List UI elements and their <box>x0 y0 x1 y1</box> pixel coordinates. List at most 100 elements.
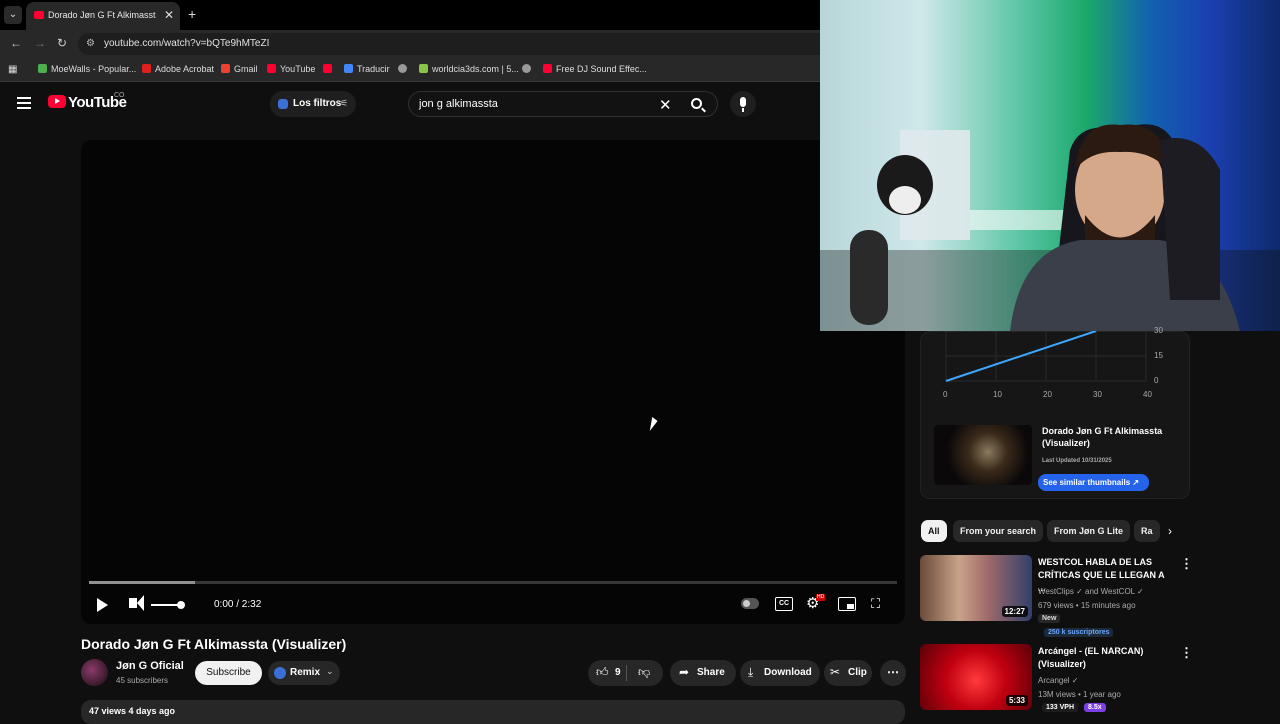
chart-x-tick-label: 40 <box>1143 390 1152 399</box>
captions-icon[interactable]: CC <box>775 597 793 611</box>
settings-icon[interactable]: ⚙ HD <box>806 594 826 611</box>
video-meta: 13M views • 1 year ago <box>1038 690 1121 699</box>
fullscreen-icon[interactable]: ⛶ <box>871 597 889 611</box>
mouse-cursor-icon <box>649 417 659 431</box>
miniplayer-icon[interactable] <box>838 597 856 611</box>
play-icon[interactable] <box>97 598 108 612</box>
video-title[interactable]: Arcángel - (EL NARCAN) (Visualizer) <box>1038 645 1173 671</box>
microphone-icon[interactable] <box>730 91 756 117</box>
more-options-icon[interactable]: ⋮ <box>1180 645 1193 661</box>
reload-icon[interactable]: ↻ <box>57 36 67 50</box>
more-options-icon[interactable]: ⋮ <box>1180 556 1193 572</box>
bookmark-dj-sounds[interactable]: Free DJ Sound Effec... <box>543 64 647 74</box>
browser-toolbar: ← → ↻ ⚙ youtube.com/watch?v=bQTe9hMTeZI <box>0 30 820 58</box>
search-icon[interactable] <box>691 98 702 109</box>
bookmark-traducir[interactable]: Traducir <box>344 64 390 74</box>
remix-icon <box>274 667 286 679</box>
channel-avatar[interactable] <box>81 659 108 686</box>
chart-x-tick-label: 0 <box>943 390 948 399</box>
autoplay-toggle[interactable] <box>741 598 759 609</box>
bookmark-globe[interactable] <box>398 64 411 74</box>
bookmark-youtube-2[interactable] <box>323 64 336 74</box>
bookmark-acrobat[interactable]: Adobe Acrobat <box>142 64 214 74</box>
menu-icon[interactable] <box>17 97 31 109</box>
share-icon: ➦ <box>679 665 690 679</box>
chevron-down-icon[interactable]: ⌄ <box>326 666 334 677</box>
dislike-icon[interactable]: 👎︎ <box>638 665 650 680</box>
country-code: CO <box>114 92 125 99</box>
chevron-right-icon[interactable]: › <box>1168 524 1172 538</box>
chip-more[interactable]: Ra <box>1134 520 1160 542</box>
chart-y-tick-label: 30 <box>1154 326 1163 335</box>
browser-tab-strip: ⌄ Dorado Jøn G Ft Alkimassta (Vi ✕ + <box>0 0 820 30</box>
similar-thumbnail[interactable] <box>934 425 1032 485</box>
chart-x-tick-label: 20 <box>1043 390 1052 399</box>
like-count: 9 <box>615 667 621 678</box>
share-button[interactable]: ➦ Share <box>670 660 736 686</box>
webcam-overlay <box>820 0 1280 331</box>
search-query: jon g alkimassta <box>419 98 498 110</box>
more-actions-button[interactable]: ⋯ <box>880 660 906 686</box>
hd-badge: HD <box>816 594 826 601</box>
video-player[interactable]: 0:00 / 2:32 CC ⚙ HD ⛶ <box>81 140 905 624</box>
clip-button[interactable]: ✂ Clip <box>824 660 872 686</box>
chip-all[interactable]: All <box>921 520 947 542</box>
globe-icon <box>398 64 407 73</box>
subscriber-count: 45 subscribers <box>116 676 169 685</box>
volume-knob[interactable] <box>177 601 185 609</box>
progress-bar[interactable] <box>89 581 897 584</box>
clip-label: Clip <box>848 667 867 678</box>
back-icon[interactable]: ← <box>10 36 22 50</box>
youtube-header: YouTube CO Los filtros ⚟ jon g alkimasst… <box>0 83 820 125</box>
filters-label: Los filtros <box>293 98 342 109</box>
forward-icon[interactable]: → <box>34 36 46 50</box>
share-label: Share <box>697 667 725 678</box>
channel-line: Arcangel ✓ <box>1038 676 1079 685</box>
sliders-icon: ⚟ <box>340 98 349 108</box>
bookmark-moewalls[interactable]: MoeWalls - Popular... <box>38 64 136 74</box>
description-box[interactable]: 47 views 4 days ago <box>81 700 905 724</box>
site-info-icon[interactable]: ⚙ <box>86 38 95 49</box>
similar-date: Last Updated 10/31/2025 <box>1042 458 1112 464</box>
youtube-logo-icon[interactable] <box>48 95 66 108</box>
translate-icon <box>344 64 353 73</box>
video-thumbnail[interactable]: 5:33 <box>920 644 1032 710</box>
chip-from-jon-g[interactable]: From Jøn G Lite <box>1047 520 1131 542</box>
subscribe-button[interactable]: Subscribe <box>195 661 262 685</box>
see-similar-button[interactable]: See similar thumbnails ↗ <box>1038 474 1149 491</box>
video-thumbnail[interactable]: 12:27 <box>920 555 1032 621</box>
new-tab-button[interactable]: + <box>188 6 196 22</box>
bookmarks-bar: ▦ MoeWalls - Popular... Adobe Acrobat Gm… <box>0 58 820 82</box>
volume-icon[interactable] <box>129 595 144 611</box>
chart-x-tick-label: 30 <box>1093 390 1102 399</box>
video-title: Dorado Jøn G Ft Alkimassta (Visualizer) <box>81 636 347 652</box>
duration: 12:27 <box>1001 606 1028 617</box>
address-bar[interactable]: ⚙ youtube.com/watch?v=bQTe9hMTeZI <box>78 33 820 55</box>
clip-icon: ✂ <box>830 665 841 679</box>
channel-name[interactable]: Jøn G Oficial <box>116 660 184 672</box>
close-tab-icon[interactable]: ✕ <box>164 8 174 22</box>
chart-x-tick-label: 10 <box>993 390 1002 399</box>
more-icon: ⋯ <box>887 665 899 679</box>
acrobat-icon <box>142 64 151 73</box>
apps-icon[interactable]: ▦ <box>8 64 17 75</box>
bookmark-gmail[interactable]: Gmail <box>221 64 258 74</box>
chart-y-tick-label: 0 <box>1154 376 1159 385</box>
chip-from-your-search[interactable]: From your search <box>953 520 1044 542</box>
similar-title: Dorado Jøn G Ft Alkimassta (Visualizer) <box>1042 426 1163 448</box>
like-icon[interactable]: 👍︎ <box>596 665 609 680</box>
bookmark-globe-2[interactable] <box>522 64 535 74</box>
video-meta: 679 views • 15 minutes ago <box>1038 601 1136 610</box>
remix-button[interactable]: Remix ⌄ <box>268 661 340 685</box>
url-text: youtube.com/watch?v=bQTe9hMTeZI <box>104 38 270 49</box>
download-button[interactable]: ⤓ Download <box>740 660 820 686</box>
search-input[interactable]: jon g alkimassta ✕ <box>408 91 718 117</box>
bookmark-worldcia[interactable]: worldcia3ds.com | 5... <box>419 64 519 74</box>
browser-tab[interactable]: Dorado Jøn G Ft Alkimassta (Vi ✕ <box>26 2 180 30</box>
bookmark-youtube[interactable]: YouTube <box>267 64 315 74</box>
tab-search-button[interactable]: ⌄ <box>4 6 22 24</box>
filters-button[interactable]: Los filtros ⚟ <box>270 91 356 117</box>
clear-search-icon[interactable]: ✕ <box>659 96 672 114</box>
views-and-date: 47 views 4 days ago <box>89 706 176 716</box>
globe-icon <box>522 64 531 73</box>
